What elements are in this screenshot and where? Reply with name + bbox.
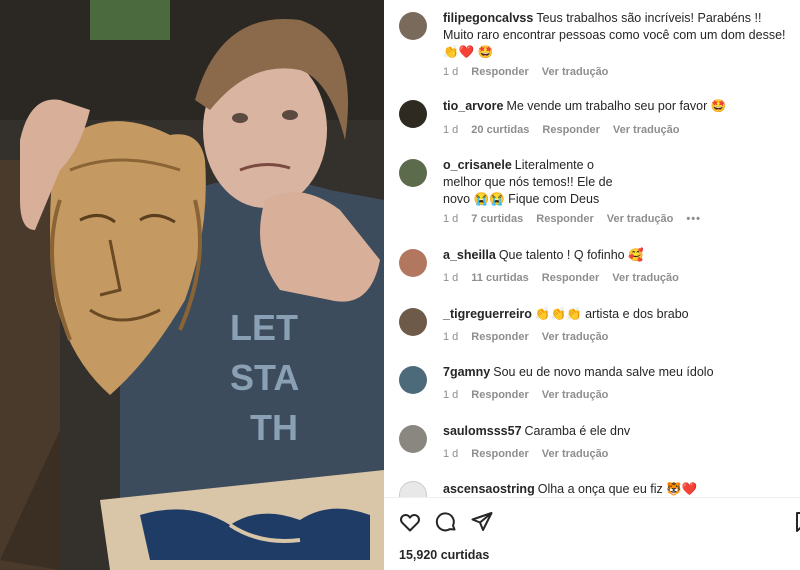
translate-button[interactable]: Ver tradução: [542, 331, 609, 343]
comment-body: Caramba é ele dnv: [524, 424, 631, 438]
comment-meta: 1 d 11 curtidas Responder Ver tradução: [443, 272, 679, 284]
comment-time[interactable]: 1 d: [443, 66, 458, 78]
comment-time[interactable]: 1 d: [443, 124, 458, 136]
comment-body: Que talento ! Q fofinho 🥰: [498, 248, 644, 262]
comment-username[interactable]: _tigreguerreiro: [443, 307, 532, 321]
comment-item: tio_arvore Me vende um trabalho seu por f…: [384, 98, 800, 142]
comment-username[interactable]: filipegoncalvss: [443, 11, 533, 25]
comment-meta: 1 d Responder Ver tradução: [443, 66, 608, 78]
comment-meta: 1 d 7 curtidas Responder Ver tradução ••…: [443, 213, 701, 225]
heart-icon[interactable]: [398, 510, 422, 534]
comment-text: a_sheilla Que talento ! Q fofinho 🥰: [443, 247, 786, 264]
avatar[interactable]: [399, 308, 427, 336]
post-photo[interactable]: LET STA TH: [0, 0, 384, 570]
comment-username[interactable]: saulomsss57: [443, 424, 522, 438]
likes-count[interactable]: 11 curtidas: [471, 272, 528, 284]
reply-button[interactable]: Responder: [536, 213, 593, 225]
translate-button[interactable]: Ver tradução: [607, 213, 674, 225]
comment-body: Me vende um trabalho seu por favor 🤩: [506, 99, 727, 113]
comment-username[interactable]: 7gamny: [443, 365, 490, 379]
comment-meta: 1 d Responder Ver tradução: [443, 448, 608, 460]
comment-username[interactable]: a_sheilla: [443, 248, 496, 262]
svg-text:LET: LET: [230, 307, 298, 348]
translate-button[interactable]: Ver tradução: [613, 124, 680, 136]
post-actions: [384, 505, 800, 539]
comment-item: saulomsss57 Caramba é ele dnv 1 d Respond…: [384, 423, 800, 467]
avatar[interactable]: [399, 249, 427, 277]
comment-time[interactable]: 1 d: [443, 272, 458, 284]
comment-text: _tigreguerreiro 👏👏👏 artista e dos brabo: [443, 306, 786, 323]
comment-text: 7gamny Sou eu de novo manda salve meu ído…: [443, 364, 786, 381]
comment-text: tio_arvore Me vende um trabalho seu por f…: [443, 98, 786, 115]
comment-username[interactable]: tio_arvore: [443, 99, 503, 113]
comment-body: Olha a onça que eu fiz 🐯❤️: [537, 482, 698, 496]
reply-button[interactable]: Responder: [542, 124, 599, 136]
comment-username[interactable]: ascensaostring: [443, 482, 535, 496]
more-options-icon[interactable]: •••: [686, 213, 701, 225]
translate-button[interactable]: Ver tradução: [542, 448, 609, 460]
avatar[interactable]: [399, 366, 427, 394]
comments-panel: filipegoncalvss Teus trabalhos são incrív…: [384, 0, 800, 570]
comment-text: o_crisanele Literalmente o melhor que nós…: [443, 157, 623, 208]
reply-button[interactable]: Responder: [471, 448, 528, 460]
likes-count[interactable]: 7 curtidas: [471, 213, 523, 225]
post-likes-count[interactable]: 15,920 curtidas: [399, 548, 489, 562]
comment-item: a_sheilla Que talento ! Q fofinho 🥰 1 d 1…: [384, 247, 800, 291]
post-photo-illustration: LET STA TH: [0, 0, 384, 570]
comment-item: o_crisanele Literalmente o melhor que nós…: [384, 157, 800, 227]
comment-meta: 1 d 20 curtidas Responder Ver tradução: [443, 124, 680, 136]
reply-button[interactable]: Responder: [542, 272, 599, 284]
reply-button[interactable]: Responder: [471, 66, 528, 78]
comment-meta: 1 d Responder Ver tradução: [443, 331, 608, 343]
comment-item: 7gamny Sou eu de novo manda salve meu ído…: [384, 364, 800, 408]
comment-item: ascensaostring Olha a onça que eu fiz 🐯❤️: [384, 481, 800, 497]
share-icon[interactable]: [470, 510, 494, 534]
comment-body: 👏👏👏 artista e dos brabo: [534, 307, 689, 321]
avatar[interactable]: [399, 100, 427, 128]
comment-time[interactable]: 1 d: [443, 448, 458, 460]
section-divider: [384, 497, 800, 498]
comment-item: filipegoncalvss Teus trabalhos são incrív…: [384, 10, 800, 82]
comment-meta: 1 d Responder Ver tradução: [443, 389, 608, 401]
bookmark-icon[interactable]: [792, 510, 800, 534]
translate-button[interactable]: Ver tradução: [612, 272, 679, 284]
translate-button[interactable]: Ver tradução: [542, 66, 609, 78]
reply-button[interactable]: Responder: [471, 331, 528, 343]
comment-time[interactable]: 1 d: [443, 213, 458, 225]
comment-body: Sou eu de novo manda salve meu ídolo: [493, 365, 714, 379]
reply-button[interactable]: Responder: [471, 389, 528, 401]
comment-list[interactable]: filipegoncalvss Teus trabalhos são incrív…: [384, 0, 800, 497]
avatar[interactable]: [399, 159, 427, 187]
comment-text: ascensaostring Olha a onça que eu fiz 🐯❤️: [443, 481, 786, 497]
avatar[interactable]: [399, 12, 427, 40]
comment-time[interactable]: 1 d: [443, 331, 458, 343]
comment-username[interactable]: o_crisanele: [443, 158, 512, 172]
comment-text: filipegoncalvss Teus trabalhos são incrív…: [443, 10, 786, 61]
avatar[interactable]: [399, 425, 427, 453]
avatar[interactable]: [399, 481, 427, 497]
svg-text:STA: STA: [230, 357, 299, 398]
svg-text:TH: TH: [250, 407, 298, 448]
comment-item: _tigreguerreiro 👏👏👏 artista e dos brabo 1…: [384, 306, 800, 350]
comment-text: saulomsss57 Caramba é ele dnv: [443, 423, 786, 440]
translate-button[interactable]: Ver tradução: [542, 389, 609, 401]
comment-icon[interactable]: [434, 510, 458, 534]
likes-count[interactable]: 20 curtidas: [471, 124, 529, 136]
comment-time[interactable]: 1 d: [443, 389, 458, 401]
